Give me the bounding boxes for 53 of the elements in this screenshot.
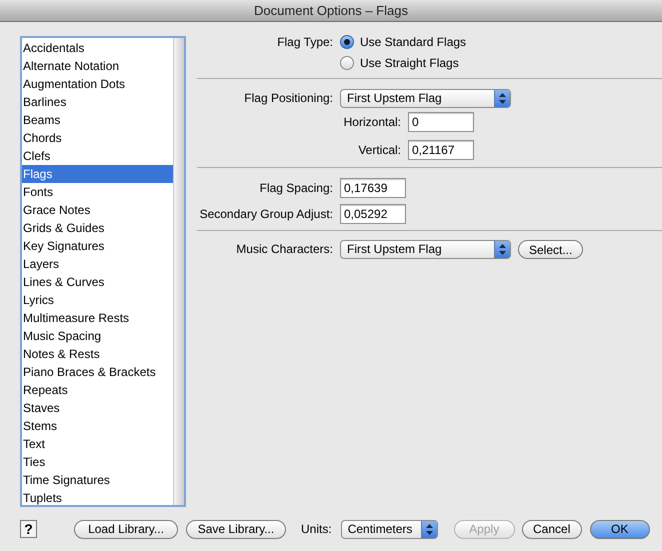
category-item[interactable]: Tuplets: [22, 489, 173, 505]
category-item[interactable]: Ties: [22, 453, 173, 471]
category-item[interactable]: Time Signatures: [22, 471, 173, 489]
popup-menu[interactable]: First Upstem Flag: [340, 88, 511, 108]
category-item[interactable]: Layers: [22, 255, 173, 273]
category-item[interactable]: Lines & Curves: [22, 273, 173, 291]
radio-button[interactable]: Use Standard Flags: [340, 33, 466, 51]
select-button[interactable]: Select...: [518, 240, 584, 258]
input-field[interactable]: 0,17639: [340, 178, 406, 198]
category-item[interactable]: Barlines: [22, 93, 173, 111]
popup-menu[interactable]: Centimeters: [340, 520, 438, 538]
dialog-button[interactable]: Save Library...: [186, 520, 286, 538]
field-label: Flag Spacing:: [258, 180, 334, 197]
category-item[interactable]: Grids & Guides: [22, 219, 173, 237]
field-label: Music Characters:: [235, 241, 334, 258]
category-item[interactable]: Accidentals: [22, 39, 173, 57]
category-item[interactable]: Flags: [22, 165, 173, 183]
popup-menu[interactable]: First Upstem Flag: [340, 240, 511, 258]
field-label: Vertical:: [357, 142, 402, 159]
input-field[interactable]: 0,21167: [408, 140, 474, 160]
category-item[interactable]: Augmentation Dots: [22, 75, 173, 93]
stepper-arrows-icon: [499, 244, 506, 254]
category-item[interactable]: Multimeasure Rests: [22, 309, 173, 327]
field-label: Flag Positioning:: [243, 90, 334, 107]
input-field[interactable]: 0: [408, 112, 474, 132]
units-label: Units:: [301, 521, 332, 538]
radio-button[interactable]: Use Straight Flags: [340, 54, 459, 72]
category-item[interactable]: Music Spacing: [22, 327, 173, 345]
window-title: Document Options – Flags: [254, 2, 408, 20]
stepper-arrows-icon: [426, 524, 433, 534]
category-item[interactable]: Stems: [22, 417, 173, 435]
category-item[interactable]: Repeats: [22, 381, 173, 399]
dialog-button[interactable]: OK: [590, 520, 650, 538]
category-item[interactable]: Fonts: [22, 183, 173, 201]
category-item[interactable]: Clefs: [22, 147, 173, 165]
category-item[interactable]: Beams: [22, 111, 173, 129]
category-item[interactable]: Alternate Notation: [22, 57, 173, 75]
category-item[interactable]: Chords: [22, 129, 173, 147]
field-label: Secondary Group Adjust:: [198, 206, 334, 223]
field-label: Flag Type:: [276, 34, 334, 51]
field-label: Horizontal:: [342, 114, 402, 131]
help-button[interactable]: ?: [20, 520, 37, 538]
category-item[interactable]: Grace Notes: [22, 201, 173, 219]
dialog-button[interactable]: Cancel: [522, 520, 582, 538]
category-item[interactable]: Key Signatures: [22, 237, 173, 255]
category-item[interactable]: Lyrics: [22, 291, 173, 309]
input-field[interactable]: 0,05292: [340, 204, 406, 224]
category-item[interactable]: Notes & Rests: [22, 345, 173, 363]
dialog-button[interactable]: Load Library...: [74, 520, 178, 538]
category-item[interactable]: Staves: [22, 399, 173, 417]
category-item[interactable]: Piano Braces & Brackets: [22, 363, 173, 381]
category-item[interactable]: Text: [22, 435, 173, 453]
stepper-arrows-icon: [499, 92, 506, 104]
